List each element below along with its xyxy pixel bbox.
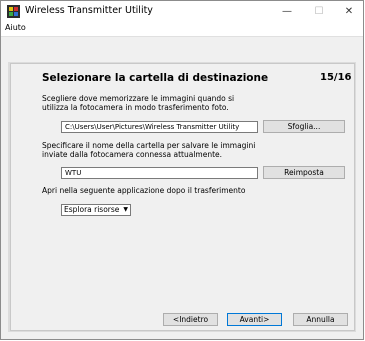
destination-path-field[interactable]: C:\Users\User\Pictures\Wireless Transmit… bbox=[61, 121, 258, 133]
chevron-down-icon: ▼ bbox=[123, 206, 128, 213]
minimize-icon[interactable]: — bbox=[272, 1, 302, 23]
next-button[interactable]: Avanti> bbox=[227, 313, 282, 326]
page-title: Selezionare la cartella di destinazione bbox=[42, 72, 269, 84]
menu-item-aiuto[interactable]: Aiuto bbox=[5, 23, 26, 32]
folder-name-description: Specificare il nome della cartella per s… bbox=[42, 141, 256, 159]
menu-divider bbox=[1, 36, 363, 37]
browse-button[interactable]: Sfoglia... bbox=[263, 120, 345, 133]
title-bar[interactable]: Wireless Transmitter Utility — ☐ ✕ bbox=[1, 1, 363, 23]
step-counter: 15/16 bbox=[320, 72, 352, 83]
cancel-button[interactable]: Annulla bbox=[293, 313, 348, 326]
open-with-selected-value: Esplora risorse bbox=[64, 205, 120, 214]
destination-description: Scegliere dove memorizzare le immagini q… bbox=[42, 94, 235, 112]
menu-bar: Aiuto bbox=[1, 23, 363, 36]
maximize-icon[interactable]: ☐ bbox=[304, 1, 334, 23]
window-title: Wireless Transmitter Utility bbox=[25, 5, 153, 16]
app-icon bbox=[7, 5, 20, 18]
open-with-label: Apri nella seguente applicazione dopo il… bbox=[42, 186, 246, 195]
close-icon[interactable]: ✕ bbox=[334, 1, 364, 23]
open-with-select[interactable]: Esplora risorse ▼ bbox=[61, 204, 131, 216]
folder-name-field[interactable]: WTU bbox=[61, 167, 258, 179]
back-button[interactable]: <Indietro bbox=[163, 313, 218, 326]
reset-button[interactable]: Reimposta bbox=[263, 166, 345, 179]
